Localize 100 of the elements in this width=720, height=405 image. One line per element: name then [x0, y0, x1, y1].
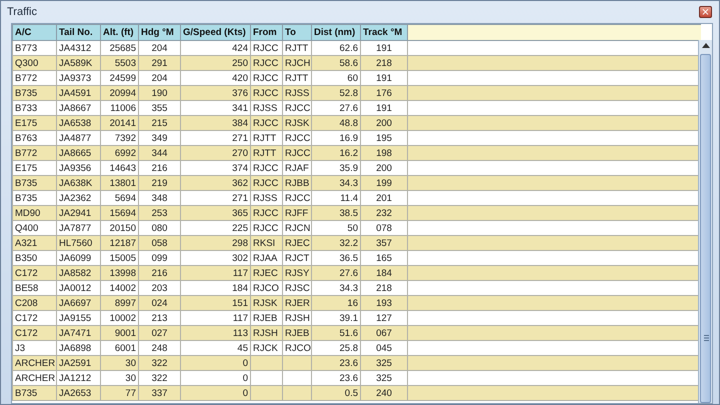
- table-cell: B772: [12, 146, 56, 160]
- table-cell: 5503: [100, 56, 138, 70]
- table-cell: JA2941: [56, 206, 100, 220]
- table-cell: 13998: [100, 266, 138, 280]
- table-cell: JA4591: [56, 86, 100, 100]
- table-cell: 12187: [100, 236, 138, 250]
- table-cell: JA7471: [56, 326, 100, 340]
- table-cell: 15694: [100, 206, 138, 220]
- table-cell: 215: [138, 116, 180, 130]
- table-cell: RJCC: [250, 56, 282, 70]
- table-cell: RJEC: [250, 266, 282, 280]
- table-cell: C172: [12, 326, 56, 340]
- table-cell: RJCH: [282, 56, 312, 70]
- table-cell: B735: [12, 386, 56, 400]
- table-cell: 376: [180, 86, 250, 100]
- table-cell: 240: [360, 386, 408, 400]
- table-cell: A321: [12, 236, 56, 250]
- table-cell: 193: [360, 296, 408, 310]
- table-cell: 362: [180, 176, 250, 190]
- table-cell: 337: [138, 386, 180, 400]
- table-cell: 30: [100, 356, 138, 370]
- table-cell: RJER: [282, 296, 312, 310]
- table-cell: RJSY: [282, 266, 312, 280]
- table-cell: 38.5: [312, 206, 360, 220]
- table-cell: RJSK: [250, 296, 282, 310]
- column-header[interactable]: To: [282, 24, 312, 40]
- table-cell: 51.6: [312, 326, 360, 340]
- table-cell: 77: [100, 386, 138, 400]
- column-header[interactable]: Hdg °M: [138, 24, 180, 40]
- table-cell: RJCC: [250, 206, 282, 220]
- table-cell: 250: [180, 56, 250, 70]
- table-cell: RJTT: [250, 146, 282, 160]
- table-cell: 48.8: [312, 116, 360, 130]
- table-cell: 32.2: [312, 236, 360, 250]
- table-cell: 232: [360, 206, 408, 220]
- column-header[interactable]: Tail No.: [56, 24, 100, 40]
- table-cell: RJFF: [282, 206, 312, 220]
- table-cell: 20994: [100, 86, 138, 100]
- table-cell: 176: [360, 86, 408, 100]
- column-header[interactable]: From: [250, 24, 282, 40]
- table-cell: JA8665: [56, 146, 100, 160]
- table-cell: 219: [138, 176, 180, 190]
- up-arrow-icon[interactable]: [702, 43, 710, 48]
- table-cell: ARCHER: [12, 356, 56, 370]
- table-cell: RJCC: [250, 176, 282, 190]
- table-cell: 218: [360, 56, 408, 70]
- table-cell: 216: [138, 266, 180, 280]
- table-cell: 344: [138, 146, 180, 160]
- table-cell: HL7560: [56, 236, 100, 250]
- table-cell: RJEB: [282, 326, 312, 340]
- table-cell: 13801: [100, 176, 138, 190]
- table-cell: 58.6: [312, 56, 360, 70]
- table-cell: RJCC: [250, 86, 282, 100]
- table-cell: 34.3: [312, 176, 360, 190]
- table-cell: B735: [12, 176, 56, 190]
- table-cell: MD90: [12, 206, 56, 220]
- table-cell: RJCC: [250, 116, 282, 130]
- table-cell: 0: [180, 356, 250, 370]
- table-cell: 184: [360, 266, 408, 280]
- table-cell: 16.2: [312, 146, 360, 160]
- table-cell: JA638K: [56, 176, 100, 190]
- table-cell: C208: [12, 296, 56, 310]
- table-cell: RJSH: [250, 326, 282, 340]
- table-cell: 024: [138, 296, 180, 310]
- column-header[interactable]: Dist (nm): [312, 24, 360, 40]
- table-cell: 365: [180, 206, 250, 220]
- table-cell: JA8582: [56, 266, 100, 280]
- table-cell: JA2591: [56, 356, 100, 370]
- table-cell: 298: [180, 236, 250, 250]
- column-header[interactable]: A/C: [12, 24, 56, 40]
- table-cell: RJCC: [282, 146, 312, 160]
- table-cell: RJBB: [282, 176, 312, 190]
- table-cell: 190: [138, 86, 180, 100]
- table-cell: 16: [312, 296, 360, 310]
- table-cell: C172: [12, 266, 56, 280]
- table-cell: 325: [360, 356, 408, 370]
- table-cell: RJSK: [282, 116, 312, 130]
- table-cell: 52.8: [312, 86, 360, 100]
- table-cell: JA2653: [56, 386, 100, 400]
- column-header[interactable]: Alt. (ft): [100, 24, 138, 40]
- table-cell: 270: [180, 146, 250, 160]
- grip-icon[interactable]: [704, 335, 709, 341]
- table-cell: B735: [12, 86, 56, 100]
- column-header[interactable]: G/Speed (Kts): [180, 24, 250, 40]
- table-cell: 8997: [100, 296, 138, 310]
- table-cell: 198: [360, 146, 408, 160]
- scroll-bar[interactable]: [698, 40, 712, 403]
- table-cell: 0: [180, 386, 250, 400]
- table-cell: RKSI: [250, 236, 282, 250]
- table-cell: Q300: [12, 56, 56, 70]
- table-cell: 27.6: [312, 266, 360, 280]
- table-cell: 113: [180, 326, 250, 340]
- table-cell: 9001: [100, 326, 138, 340]
- table-cell: 151: [180, 296, 250, 310]
- table-cell: 200: [360, 116, 408, 130]
- table-cell: 6992: [100, 146, 138, 160]
- table-cell: 23.6: [312, 356, 360, 370]
- table-cell: JA6538: [56, 116, 100, 130]
- table-cell: 117: [180, 266, 250, 280]
- column-header[interactable]: Track °M: [360, 24, 408, 40]
